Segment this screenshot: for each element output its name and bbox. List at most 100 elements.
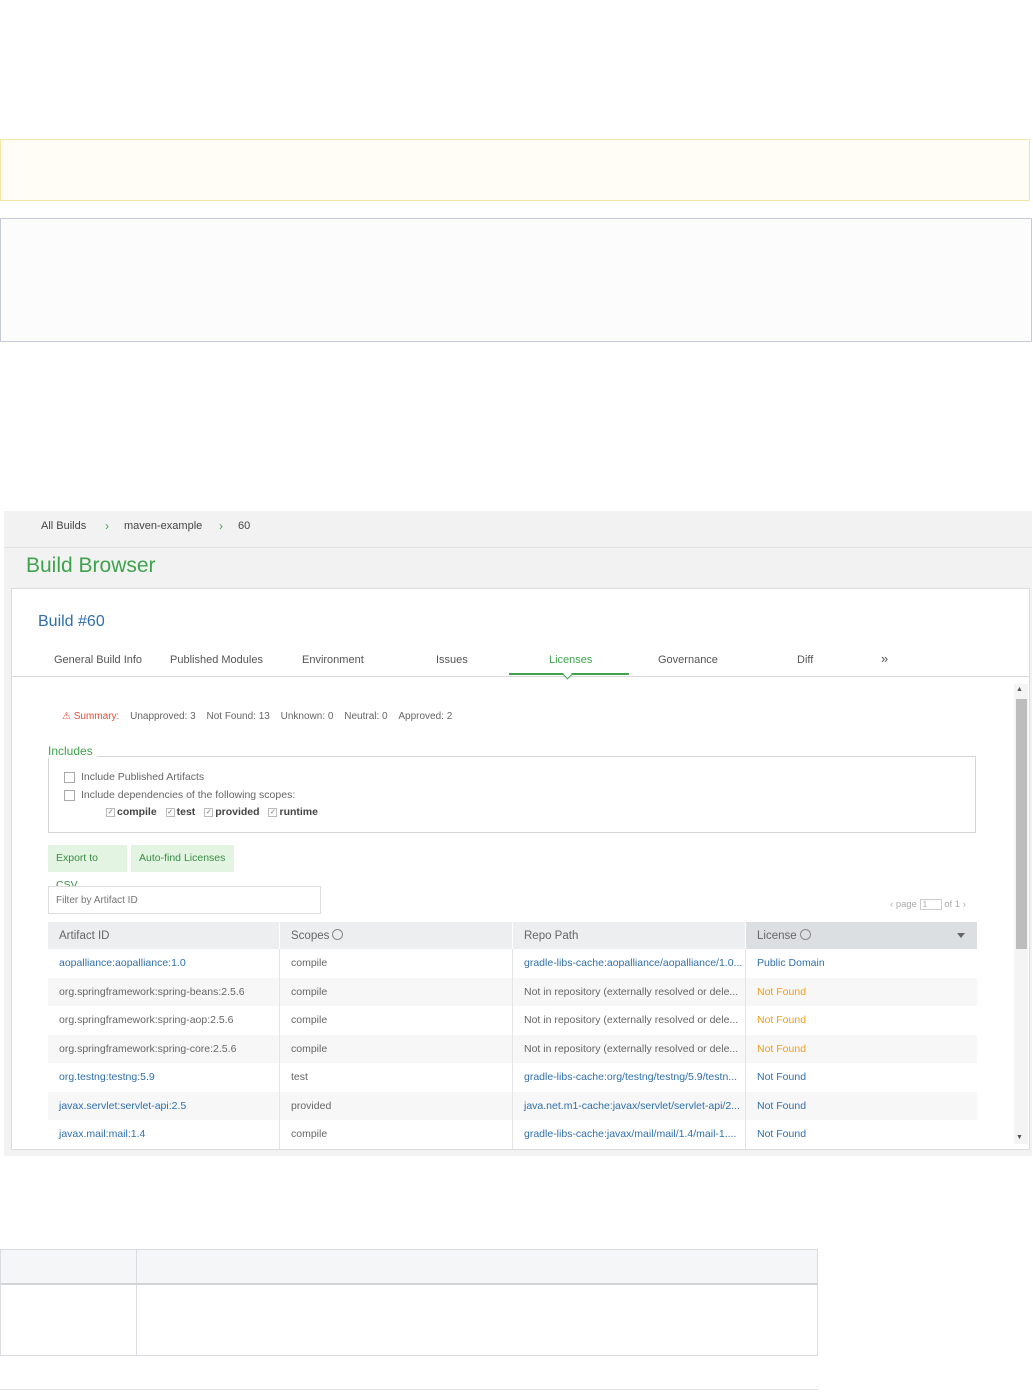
scope-compile-checkbox[interactable]: ✓ [106,807,115,817]
artifact-id-cell: org.springframework:spring-beans:2.5.6 [48,977,280,1006]
include-published-artifacts-option[interactable]: Include Published Artifacts [64,771,204,783]
scope-cell: compile [280,977,513,1006]
scope-provided-checkbox[interactable]: ✓ [204,807,214,817]
repo-path-cell: Not in repository (externally resolved o… [513,1006,746,1035]
filter-icon[interactable] [799,929,811,941]
artifact-id-cell: org.springframework:spring-aop:2.5.6 [48,1006,280,1035]
licenses-grid: Artifact ID Scopes Repo Path License aop… [48,922,977,1149]
table-row[interactable]: org.springframework:spring-aop:2.5.6 comp… [48,1006,977,1035]
artifact-id-cell[interactable]: javax.servlet:servlet-api:2.5 [48,1091,280,1120]
breadcrumb-maven-example[interactable]: maven-example [124,520,202,532]
scope-cell: compile [280,949,513,978]
scope-cell: test [280,1063,513,1092]
bottom-table [0,1249,818,1356]
include-published-artifacts-checkbox[interactable] [64,771,75,783]
scope-runtime-label: runtime [279,806,318,818]
chevron-right-icon: › [219,519,223,533]
table-row[interactable]: javax.mail:mail:1.4 compile gradle-libs-ca… [48,1120,977,1149]
artifact-filter-input[interactable] [48,886,321,914]
artifact-id-cell[interactable]: org.testng:testng:5.9 [48,1063,280,1092]
grid-body: aopalliance:aopalliance:1.0 compile gradle… [48,949,977,1149]
page-number-input[interactable]: 1 [919,899,942,910]
bottom-table-row [0,1285,818,1356]
breadcrumb-build-number: 60 [238,520,251,532]
table-row[interactable]: org.springframework:spring-beans:2.5.6 co… [48,977,977,1007]
info-panel [0,218,1032,342]
tab-issues[interactable]: Issues [436,654,468,666]
scroll-down-icon[interactable]: ▼ [1016,1134,1023,1141]
scroll-up-icon[interactable]: ▲ [1016,686,1023,693]
tab-diff[interactable]: Diff [797,654,813,666]
table-row[interactable]: javax.servlet:servlet-api:2.5 provided jav… [48,1091,977,1121]
artifact-id-cell[interactable]: javax.mail:mail:1.4 [48,1120,280,1149]
artifact-id-cell: org.springframework:spring-core:2.5.6 [48,1034,280,1063]
auto-find-licenses-button[interactable]: Auto-find Licenses [131,845,234,872]
license-summary: ⚠ Summary: Unapproved: 3 Not Found: 13 U… [62,711,452,722]
export-csv-button[interactable]: Export to CSV [48,845,127,891]
column-header-license[interactable]: License [746,922,977,949]
tab-licenses[interactable]: Licenses [549,654,592,666]
include-dependencies-checkbox[interactable] [64,789,75,801]
column-header-scopes[interactable]: Scopes [280,922,513,949]
column-header-repo-path[interactable]: Repo Path [513,922,746,949]
repo-path-cell[interactable]: gradle-libs-cache:org/testng/testng/5.9/… [513,1063,746,1092]
scope-test-checkbox[interactable]: ✓ [165,807,175,817]
column-header-artifact-id[interactable]: Artifact ID [48,922,280,949]
table-row[interactable]: org.springframework:spring-core:2.5.6 com… [48,1034,977,1064]
tab-governance[interactable]: Governance [658,654,718,666]
breadcrumb: All Builds › maven-example › 60 [4,511,1032,548]
license-cell[interactable]: Not Found [746,1092,977,1121]
column-header-repo-path-label: Repo Path [524,930,579,942]
artifact-id-cell[interactable]: aopalliance:aopalliance:1.0 [48,949,280,978]
repo-path-cell: Not in repository (externally resolved o… [513,1034,746,1063]
table-row[interactable]: org.testng:testng:5.9 test gradle-libs-cac… [48,1063,977,1092]
chevron-right-icon: › [105,519,109,533]
scope-cell: provided [280,1091,513,1120]
build-title: Build #60 [38,613,105,630]
scope-cell: compile [280,1006,513,1035]
includes-title: Includes [48,744,97,758]
breadcrumb-all-builds[interactable]: All Builds [41,520,86,532]
pager-suffix: of 1 [944,899,961,911]
license-cell[interactable]: Not Found [746,1006,977,1035]
column-divider [136,1250,137,1283]
scope-test-label: test [176,806,196,818]
summary-unknown: Unknown: 0 [280,711,334,722]
filter-icon[interactable] [332,929,344,941]
include-dependencies-option[interactable]: Include dependencies of the following sc… [64,789,295,801]
tab-published-modules[interactable]: Published Modules [170,654,263,666]
scope-provided-label: provided [215,806,260,818]
page-title: Build Browser [26,554,156,577]
pagination: ‹ page 1 of 1 › [890,899,966,910]
warning-icon: ⚠ [62,711,71,722]
column-header-scopes-label: Scopes [291,930,330,942]
license-cell[interactable]: Not Found [746,1063,977,1092]
tab-environment[interactable]: Environment [302,654,364,666]
column-header-artifact-id-label: Artifact ID [59,930,110,942]
sort-down-icon[interactable] [957,933,965,938]
include-published-artifacts-label: Include Published Artifacts [81,771,205,783]
scrollbar-thumb[interactable] [1016,699,1027,949]
license-cell[interactable]: Not Found [746,978,977,1007]
license-cell[interactable]: Not Found [746,1120,977,1149]
repo-path-cell[interactable]: gradle-libs-cache:javax/mail/mail/1.4/ma… [513,1120,746,1149]
tab-general-build-info[interactable]: General Build Info [54,654,142,666]
scope-cell: compile [280,1120,513,1149]
scope-options: ✓ compile ✓ test ✓ provided ✓ runtime [100,806,318,818]
table-row[interactable]: aopalliance:aopalliance:1.0 compile gradle… [48,949,977,978]
scope-runtime-checkbox[interactable]: ✓ [268,807,278,817]
warning-panel [0,139,1030,201]
license-cell[interactable]: Not Found [746,1035,977,1064]
prev-page-icon[interactable]: ‹ [890,899,893,910]
column-divider [136,1285,137,1355]
column-header-license-label: License [757,930,797,942]
scope-cell: compile [280,1034,513,1063]
next-page-icon[interactable]: › [963,899,966,910]
repo-path-cell[interactable]: gradle-libs-cache:aopalliance/aopallianc… [513,949,746,978]
license-cell[interactable]: Public Domain [746,949,977,978]
more-tabs-icon[interactable]: » [881,651,888,666]
summary-not-found: Not Found: 13 [206,711,270,722]
repo-path-cell: Not in repository (externally resolved o… [513,977,746,1006]
repo-path-cell[interactable]: java.net.m1-cache:javax/servlet/servlet-… [513,1091,746,1120]
grid-header: Artifact ID Scopes Repo Path License [48,922,977,949]
